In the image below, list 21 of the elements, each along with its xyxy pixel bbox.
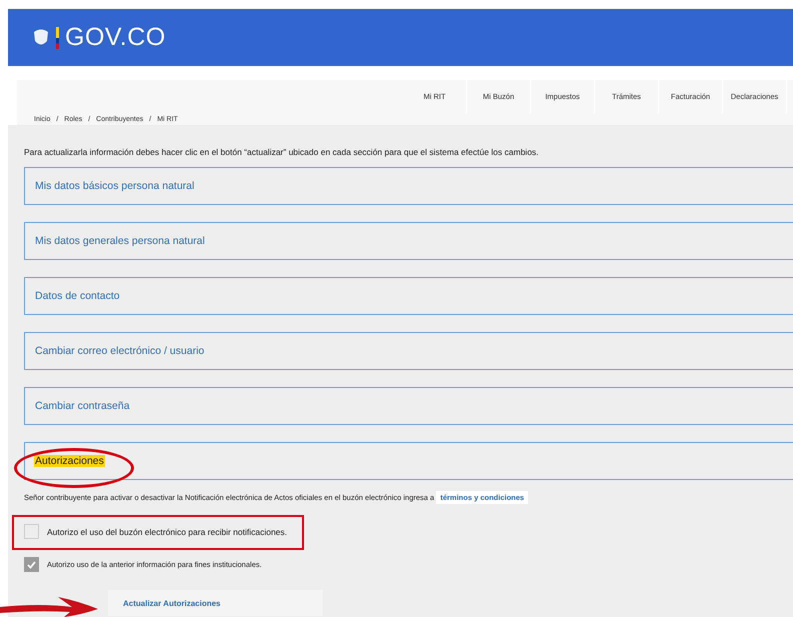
section-title: Datos de contacto	[34, 290, 121, 302]
accordion-section[interactable]: Autorizaciones	[24, 442, 793, 480]
accordion-section[interactable]: Mis datos básicos persona natural	[24, 167, 793, 205]
flag-stripe-icon	[56, 26, 59, 48]
section-title: Mis datos básicos persona natural	[34, 180, 196, 192]
update-button[interactable]: Actualizar Autorizaciones	[108, 590, 323, 616]
checkmark-icon	[27, 560, 36, 568]
section-title: Cambiar correo electrónico / usuario	[34, 345, 206, 357]
accordion-section[interactable]: Mis datos generales persona natural	[24, 222, 793, 260]
checkbox[interactable]	[24, 557, 39, 572]
accordion-section[interactable]: Cambiar contraseña	[24, 387, 793, 425]
crest-icon	[32, 28, 50, 48]
section-title: Autorizaciones	[34, 455, 105, 467]
gov-logo[interactable]: GOV.CO	[65, 25, 166, 50]
accordion-section[interactable]: Datos de contacto	[24, 277, 793, 315]
section-title: Mis datos generales persona natural	[34, 235, 206, 247]
accordion-section[interactable]: Cambiar correo electrónico / usuario	[24, 332, 793, 370]
section-title: Cambiar contraseña	[34, 400, 131, 412]
intro-text: Para actualizarla información debes hacer clic en el botón “actualizar” ubicado en cada sección para que el sistema efectúe los cambios.	[24, 147, 540, 157]
checkbox-label: Autorizo el uso del buzón electrónico para recibir notificaciones.	[47, 526, 288, 536]
checkbox[interactable]	[24, 524, 39, 539]
